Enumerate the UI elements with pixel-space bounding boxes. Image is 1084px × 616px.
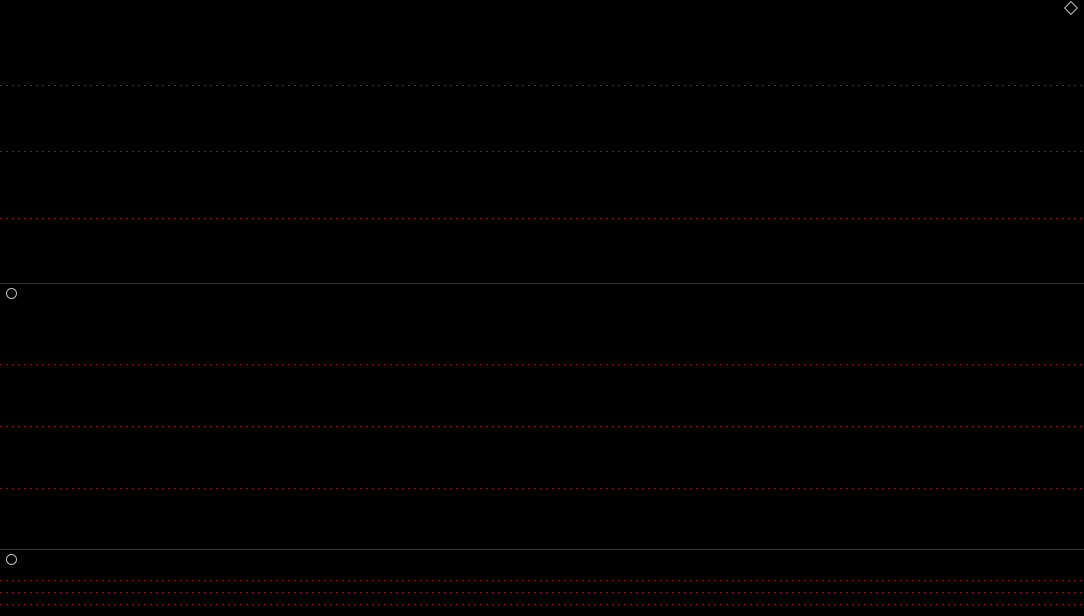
volume-chart[interactable]	[0, 568, 1084, 616]
price-panel[interactable]	[0, 0, 1084, 284]
volume-indicator-bar	[0, 550, 1084, 568]
cost-chart[interactable]	[0, 302, 1084, 550]
volume-panel[interactable]	[0, 550, 1084, 616]
collapse-icon[interactable]	[6, 287, 17, 299]
price-chart[interactable]	[0, 18, 1084, 284]
price-indicator-bar	[0, 0, 1084, 18]
collapse-icon[interactable]	[6, 553, 17, 565]
cost-indicator-bar	[0, 284, 1084, 302]
cost-panel[interactable]	[0, 284, 1084, 550]
